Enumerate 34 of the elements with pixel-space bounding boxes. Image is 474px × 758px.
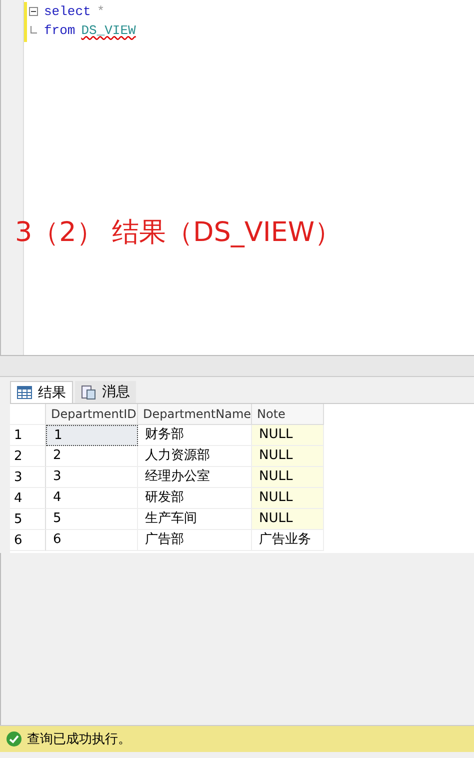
change-bar — [24, 2, 27, 42]
results-tab[interactable]: 消息 — [75, 381, 136, 403]
collapse-icon[interactable] — [29, 7, 38, 16]
table-cell[interactable]: 2 — [46, 446, 138, 467]
column-header[interactable]: DepartmentID — [46, 404, 138, 425]
row-number[interactable]: 5 — [10, 509, 46, 530]
row-number[interactable]: 4 — [10, 488, 46, 509]
grid-icon — [17, 386, 32, 399]
table-cell[interactable]: 广告业务 — [252, 530, 324, 551]
table-cell[interactable]: 广告部 — [138, 530, 252, 551]
column-header[interactable]: Note — [252, 404, 324, 425]
table-cell[interactable]: NULL — [252, 509, 324, 530]
document-icon — [81, 384, 96, 400]
table-cell[interactable]: 1 — [46, 425, 138, 446]
row-number[interactable]: 2 — [10, 446, 46, 467]
code-token: select — [44, 4, 91, 19]
table-cell[interactable]: NULL — [252, 467, 324, 488]
code-token: * — [96, 4, 105, 19]
row-number[interactable]: 6 — [10, 530, 46, 551]
table-cell[interactable]: 5 — [46, 509, 138, 530]
table-cell[interactable]: NULL — [252, 446, 324, 467]
results-tab[interactable]: 结果 — [10, 381, 73, 403]
annotation-text: 3（2） 结果（DS_VIEW） — [15, 216, 343, 250]
table-cell[interactable]: NULL — [252, 488, 324, 509]
table-cell[interactable]: 3 — [46, 467, 138, 488]
code-token: from — [44, 23, 76, 38]
success-check-icon — [6, 731, 22, 747]
table-cell[interactable]: 4 — [46, 488, 138, 509]
table-cell[interactable]: 6 — [46, 530, 138, 551]
row-number[interactable]: 3 — [10, 467, 46, 488]
column-header[interactable]: DepartmentName — [138, 404, 252, 425]
code-token: DS_VIEW — [81, 23, 136, 38]
table-cell[interactable]: NULL — [252, 425, 324, 446]
status-message: 查询已成功执行。 — [27, 731, 131, 748]
